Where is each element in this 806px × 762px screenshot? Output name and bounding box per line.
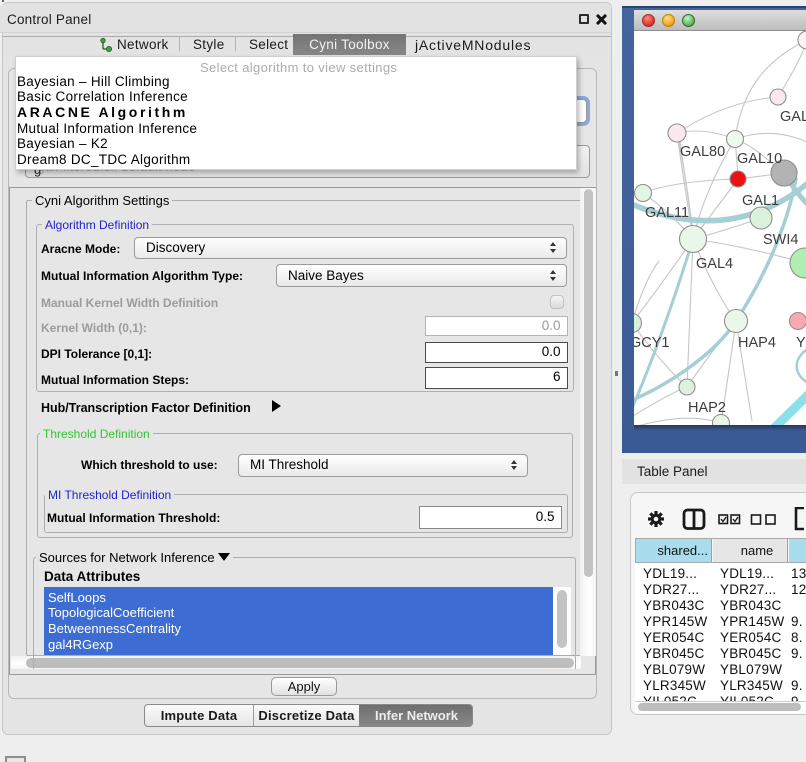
svg-text:HAP4: HAP4 — [738, 335, 776, 351]
svg-text:Y: Y — [796, 335, 806, 351]
svg-text:GCY1: GCY1 — [634, 335, 670, 351]
svg-text:HAP2: HAP2 — [688, 400, 726, 416]
svg-text:GAL11: GAL11 — [645, 205, 689, 221]
svg-text:GAL80: GAL80 — [680, 144, 725, 160]
svg-text:GAL1: GAL1 — [742, 193, 779, 209]
svg-text:GAL4: GAL4 — [696, 256, 733, 272]
svg-text:GAL7: GAL7 — [780, 109, 806, 125]
svg-text:GAL10: GAL10 — [737, 151, 782, 167]
svg-text:SWI4: SWI4 — [763, 232, 798, 248]
